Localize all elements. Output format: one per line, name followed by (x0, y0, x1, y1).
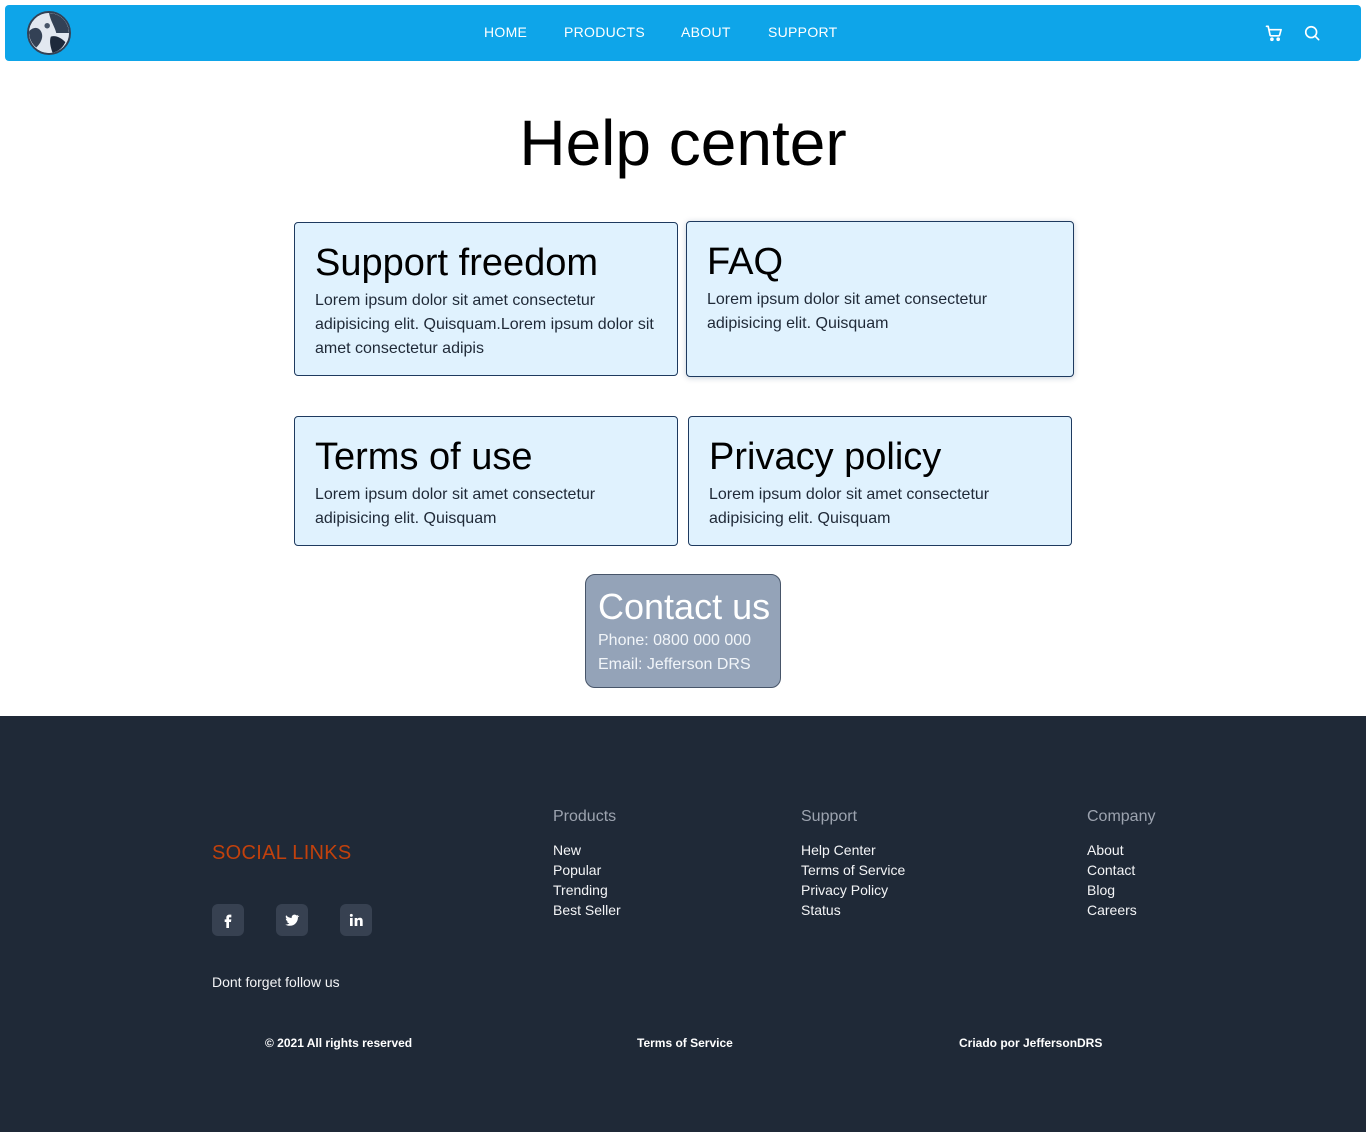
social-links-title: SOCIAL LINKS (212, 842, 352, 864)
footer-column-products: Products New Popular Trending Best Selle… (553, 808, 621, 920)
card-text: Lorem ipsum dolor sit amet consectetur a… (707, 291, 988, 332)
main-nav: HOME PRODUCTS ABOUT SUPPORT (5, 5, 1361, 61)
navbar: HOME PRODUCTS ABOUT SUPPORT (5, 5, 1361, 61)
follow-text: Dont forget follow us (212, 974, 340, 990)
card-faq[interactable]: FAQ Lorem ipsum dolor sit amet consectet… (686, 221, 1074, 377)
card-title: Privacy policy (709, 436, 942, 478)
footer-column-support: Support Help Center Terms of Service Pri… (801, 808, 905, 920)
footer-link-about[interactable]: About (1087, 840, 1155, 860)
twitter-button[interactable] (276, 904, 308, 936)
facebook-icon (224, 914, 232, 928)
footer-column-company: Company About Contact Blog Careers (1087, 808, 1155, 920)
search-icon[interactable] (1302, 23, 1322, 43)
footer-link-terms-of-service[interactable]: Terms of Service (801, 860, 905, 880)
nav-about[interactable]: ABOUT (681, 5, 731, 61)
card-support-freedom[interactable]: Support freedom Lorem ipsum dolor sit am… (294, 222, 678, 376)
card-text: Lorem ipsum dolor sit amet consectetur a… (709, 486, 990, 527)
footer-link-status[interactable]: Status (801, 900, 905, 920)
contact-email: Email: Jefferson DRS (598, 656, 751, 673)
facebook-button[interactable] (212, 904, 244, 936)
footer-link-careers[interactable]: Careers (1087, 900, 1155, 920)
cart-icon[interactable] (1264, 23, 1284, 43)
card-privacy-policy[interactable]: Privacy policy Lorem ipsum dolor sit ame… (688, 416, 1072, 546)
twitter-icon (285, 914, 300, 926)
footer-column-title: Products (553, 808, 617, 825)
linkedin-button[interactable] (340, 904, 372, 936)
card-title: Terms of use (315, 436, 533, 478)
footer-link-help-center[interactable]: Help Center (801, 840, 905, 860)
card-title: FAQ (707, 241, 784, 283)
footer-link-contact[interactable]: Contact (1087, 860, 1155, 880)
page-title: Help center (519, 107, 847, 179)
copyright-text: © 2021 All rights reserved (265, 1036, 413, 1050)
contact-title: Contact us (598, 586, 771, 627)
footer: SOCIAL LINKS Dont forget follow us Produ… (0, 716, 1366, 1132)
footer-column-title: Support (801, 808, 858, 825)
contact-card[interactable]: Contact us Phone: 0800 000 000 Email: Je… (585, 574, 781, 688)
footer-link-blog[interactable]: Blog (1087, 880, 1155, 900)
card-title: Support freedom (315, 242, 599, 284)
nav-home[interactable]: HOME (484, 5, 527, 61)
nav-products[interactable]: PRODUCTS (564, 5, 645, 61)
card-terms-of-use[interactable]: Terms of use Lorem ipsum dolor sit amet … (294, 416, 678, 546)
bottom-terms-link[interactable]: Terms of Service (637, 1036, 733, 1050)
card-text: Lorem ipsum dolor sit amet consectetur a… (315, 292, 654, 357)
footer-link-trending[interactable]: Trending (553, 880, 621, 900)
credit-text: Criado por JeffersonDRS (959, 1036, 1103, 1050)
footer-link-best-seller[interactable]: Best Seller (553, 900, 621, 920)
contact-phone: Phone: 0800 000 000 (598, 632, 752, 649)
footer-link-privacy-policy[interactable]: Privacy Policy (801, 880, 905, 900)
footer-column-title: Company (1087, 808, 1156, 825)
footer-link-popular[interactable]: Popular (553, 860, 621, 880)
nav-support[interactable]: SUPPORT (768, 5, 838, 61)
linkedin-icon (349, 913, 363, 926)
footer-link-new[interactable]: New (553, 840, 621, 860)
card-text: Lorem ipsum dolor sit amet consectetur a… (315, 486, 596, 527)
